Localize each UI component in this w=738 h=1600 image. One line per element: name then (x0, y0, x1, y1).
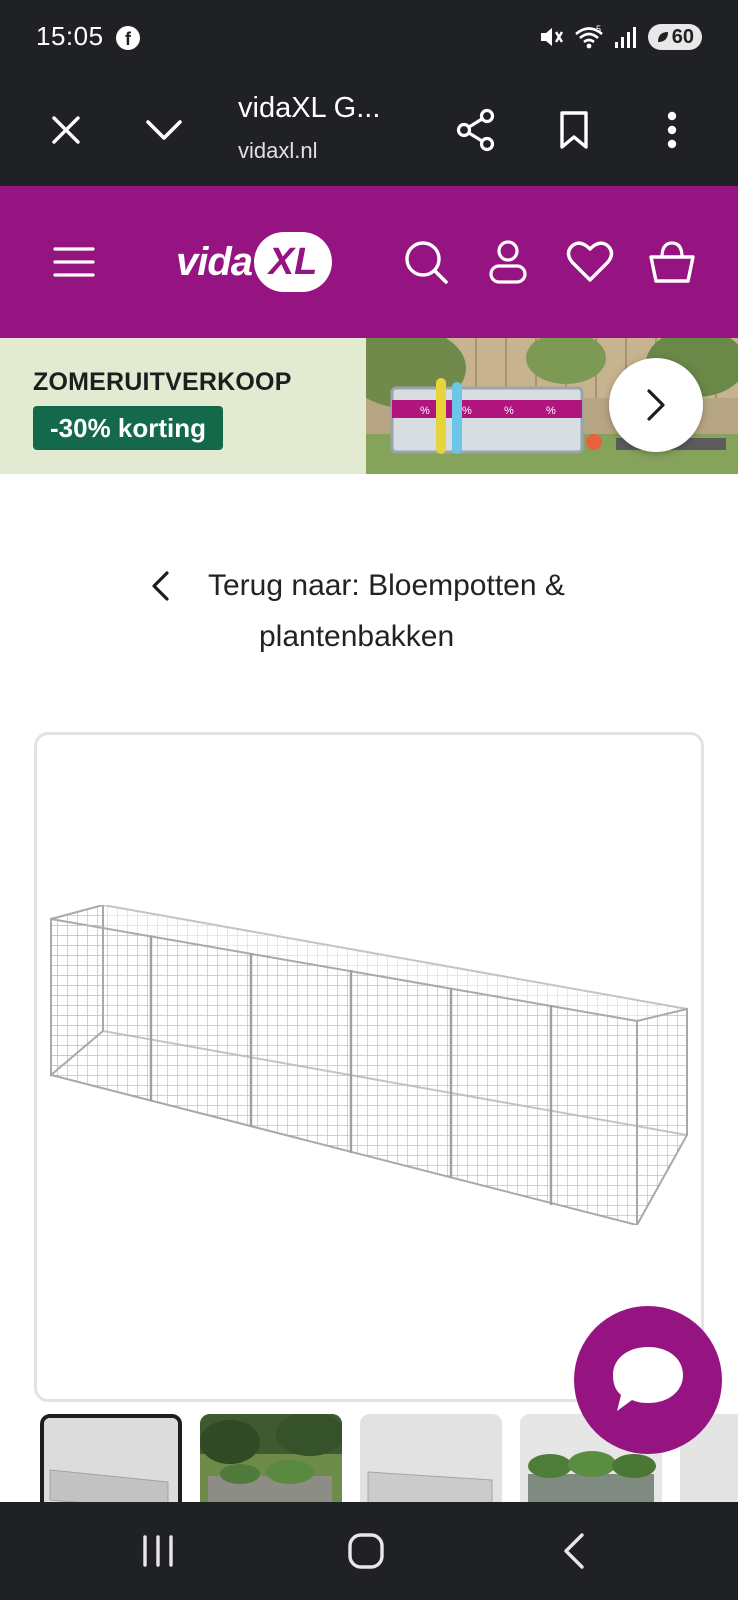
battery-level: 60 (671, 25, 694, 48)
chevron-right-icon (647, 389, 665, 421)
battery-indicator: 60 (647, 24, 702, 50)
home-button[interactable] (328, 1518, 404, 1584)
minimize-tab-button[interactable] (130, 96, 198, 164)
back-icon (564, 1533, 584, 1569)
back-link-text-line1: Terug naar: Bloempotten & (208, 569, 565, 602)
page-url[interactable]: vidaxl.nl (238, 138, 317, 164)
basket-button[interactable] (634, 224, 710, 300)
promo-discount-badge: -30% korting (33, 406, 224, 450)
promo-next-button[interactable] (609, 358, 703, 452)
thumb-gabion-planter-front[interactable] (40, 1414, 182, 1504)
browser-toolbar: vidaXL G... vidaxl.nl (0, 74, 738, 186)
svg-text:%: % (462, 405, 472, 417)
logo-text: vida (176, 239, 253, 284)
back-button[interactable] (536, 1518, 612, 1584)
svg-text:%: % (504, 405, 514, 417)
share-button[interactable] (442, 96, 510, 164)
system-navigation-bar (0, 1502, 738, 1600)
close-icon (52, 116, 80, 144)
mute-icon (540, 28, 563, 46)
account-button[interactable] (470, 224, 546, 300)
status-time: 15:05 (36, 21, 104, 51)
menu-button[interactable] (36, 224, 112, 300)
search-icon (405, 241, 448, 284)
close-tab-button[interactable] (32, 96, 100, 164)
wishlist-button[interactable] (552, 224, 628, 300)
promo-title: ZOMERUITVERKOOP (33, 368, 292, 396)
gabion-planter-image (50, 905, 688, 1225)
status-bar: 15:05 f 5 60 (0, 0, 738, 74)
recents-button[interactable] (120, 1518, 196, 1584)
bookmark-button[interactable] (540, 96, 608, 164)
page-title[interactable]: vidaXL G... (238, 92, 380, 125)
recents-icon (143, 1535, 173, 1567)
share-icon (456, 108, 495, 152)
signal-icon (614, 27, 636, 48)
menu-icon (53, 247, 95, 277)
home-icon (348, 1533, 384, 1569)
thumbnail-image (200, 1414, 342, 1504)
chat-button[interactable] (574, 1306, 722, 1454)
wifi-icon: 5 (574, 24, 603, 49)
search-button[interactable] (388, 224, 464, 300)
chevron-left-icon (152, 571, 169, 601)
chat-bubble-icon (613, 1347, 683, 1411)
thumbnail-image (360, 1414, 502, 1504)
more-vert-icon (667, 111, 677, 149)
thumb-gabion-planter-side[interactable] (360, 1414, 502, 1504)
thumb-gabion-planter-garden[interactable] (200, 1414, 342, 1504)
account-icon (489, 240, 527, 284)
thumbnail-image (44, 1418, 178, 1504)
heart-icon (566, 241, 614, 282)
facebook-icon: f (116, 26, 140, 50)
site-header: vida XL (0, 186, 738, 338)
product-image-frame[interactable] (34, 732, 704, 1402)
svg-text:5: 5 (596, 24, 601, 34)
status-icons: 5 60 (538, 22, 702, 52)
leaf-icon (657, 32, 668, 42)
promo-banner[interactable]: ZOMERUITVERKOOP -30% korting %%%% (0, 338, 738, 474)
more-options-button[interactable] (638, 96, 706, 164)
back-link-text-line2: plantenbakken (259, 620, 455, 653)
basket-icon (649, 241, 695, 283)
vidaxl-logo[interactable]: vida XL (176, 232, 333, 292)
bookmark-icon (560, 111, 588, 149)
chevron-down-icon (146, 120, 182, 140)
svg-text:%: % (420, 405, 430, 417)
svg-text:%: % (546, 405, 556, 417)
logo-badge: XL (254, 232, 333, 292)
